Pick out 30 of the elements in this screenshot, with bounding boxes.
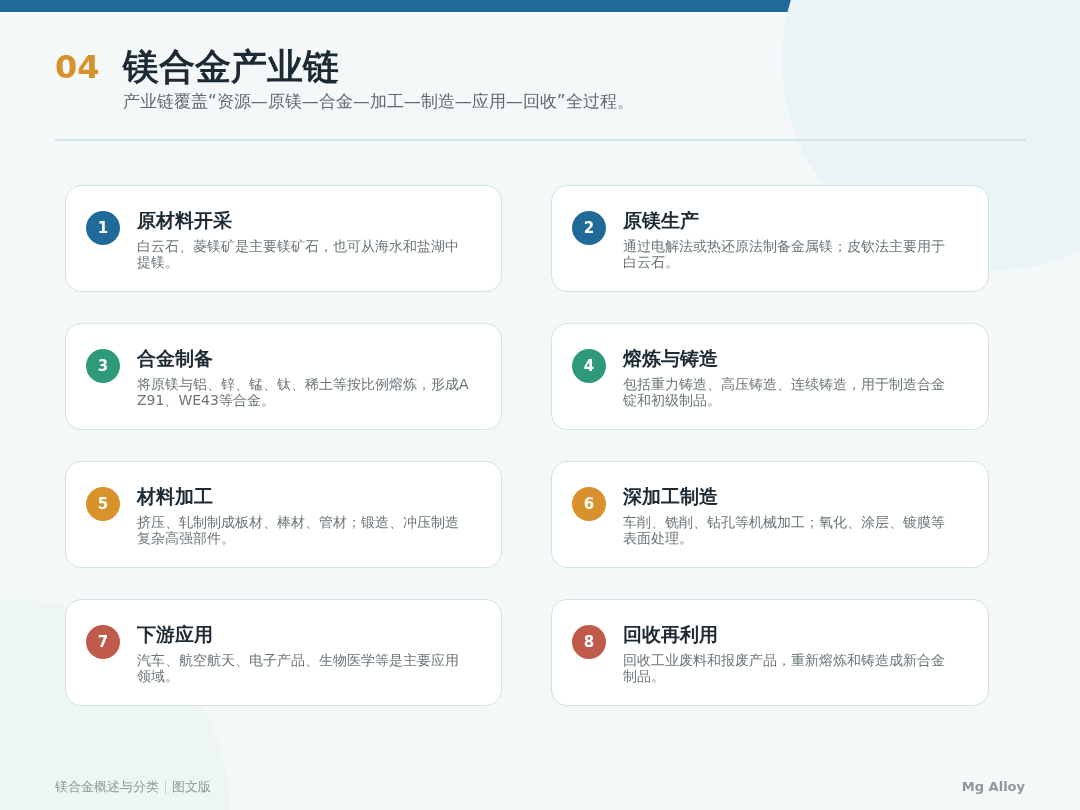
- step-description: 回收工业废料和报废产品，重新熔炼和铸造成新合金制品。: [623, 652, 946, 684]
- step-number-badge: 8: [572, 625, 606, 659]
- step-title: 材料加工: [137, 484, 214, 508]
- step-title: 深加工制造: [623, 484, 719, 508]
- footer-text: 图文版: [172, 778, 211, 796]
- step-title: 回收再利用: [623, 622, 719, 646]
- step-description: 汽车、航空航天、电子产品、生物医学等是主要应用领域。: [137, 652, 460, 684]
- step-title: 下游应用: [137, 622, 214, 646]
- step-number-badge: 4: [572, 349, 606, 383]
- section-number: 04: [55, 47, 101, 88]
- footer-brand: Mg Alloy: [961, 778, 1025, 796]
- page-subtitle: 产业链覆盖“资源—原镁—合金—加工—制造—应用—回收”全过程。: [123, 90, 635, 112]
- step-description: 通过电解法或热还原法制备金属镁；皮钦法主要用于白云石。: [623, 238, 946, 270]
- step-number-badge: 5: [86, 487, 120, 521]
- footer-text: 镁合金概述与分类: [55, 778, 159, 796]
- step-description: 白云石、菱镁矿是主要镁矿石，也可从海水和盐湖中提镁。: [137, 238, 460, 270]
- page-title: 镁合金产业链: [123, 45, 339, 89]
- step-description: 包括重力铸造、高压铸造、连续铸造，用于制造合金锭和初级制品。: [623, 376, 946, 408]
- step-number-badge: 3: [86, 349, 120, 383]
- step-description: 车削、铣削、钻孔等机械加工；氧化、涂层、镀膜等表面处理。: [623, 514, 946, 546]
- step-number-badge: 1: [86, 211, 120, 245]
- step-title: 原材料开采: [137, 208, 233, 232]
- step-description: 将原镁与铝、锌、锰、钛、稀土等按比例熔炼，形成AZ91、WE43等合金。: [137, 376, 470, 408]
- step-title: 原镁生产: [623, 208, 700, 232]
- step-number-badge: 6: [572, 487, 606, 521]
- step-description: 挤压、轧制制成板材、棒材、管材；锻造、冲压制造复杂高强部件。: [137, 514, 460, 546]
- step-title: 合金制备: [137, 346, 214, 370]
- step-title: 熔炼与铸造: [623, 346, 719, 370]
- step-number-badge: 7: [86, 625, 120, 659]
- step-number-badge: 2: [572, 211, 606, 245]
